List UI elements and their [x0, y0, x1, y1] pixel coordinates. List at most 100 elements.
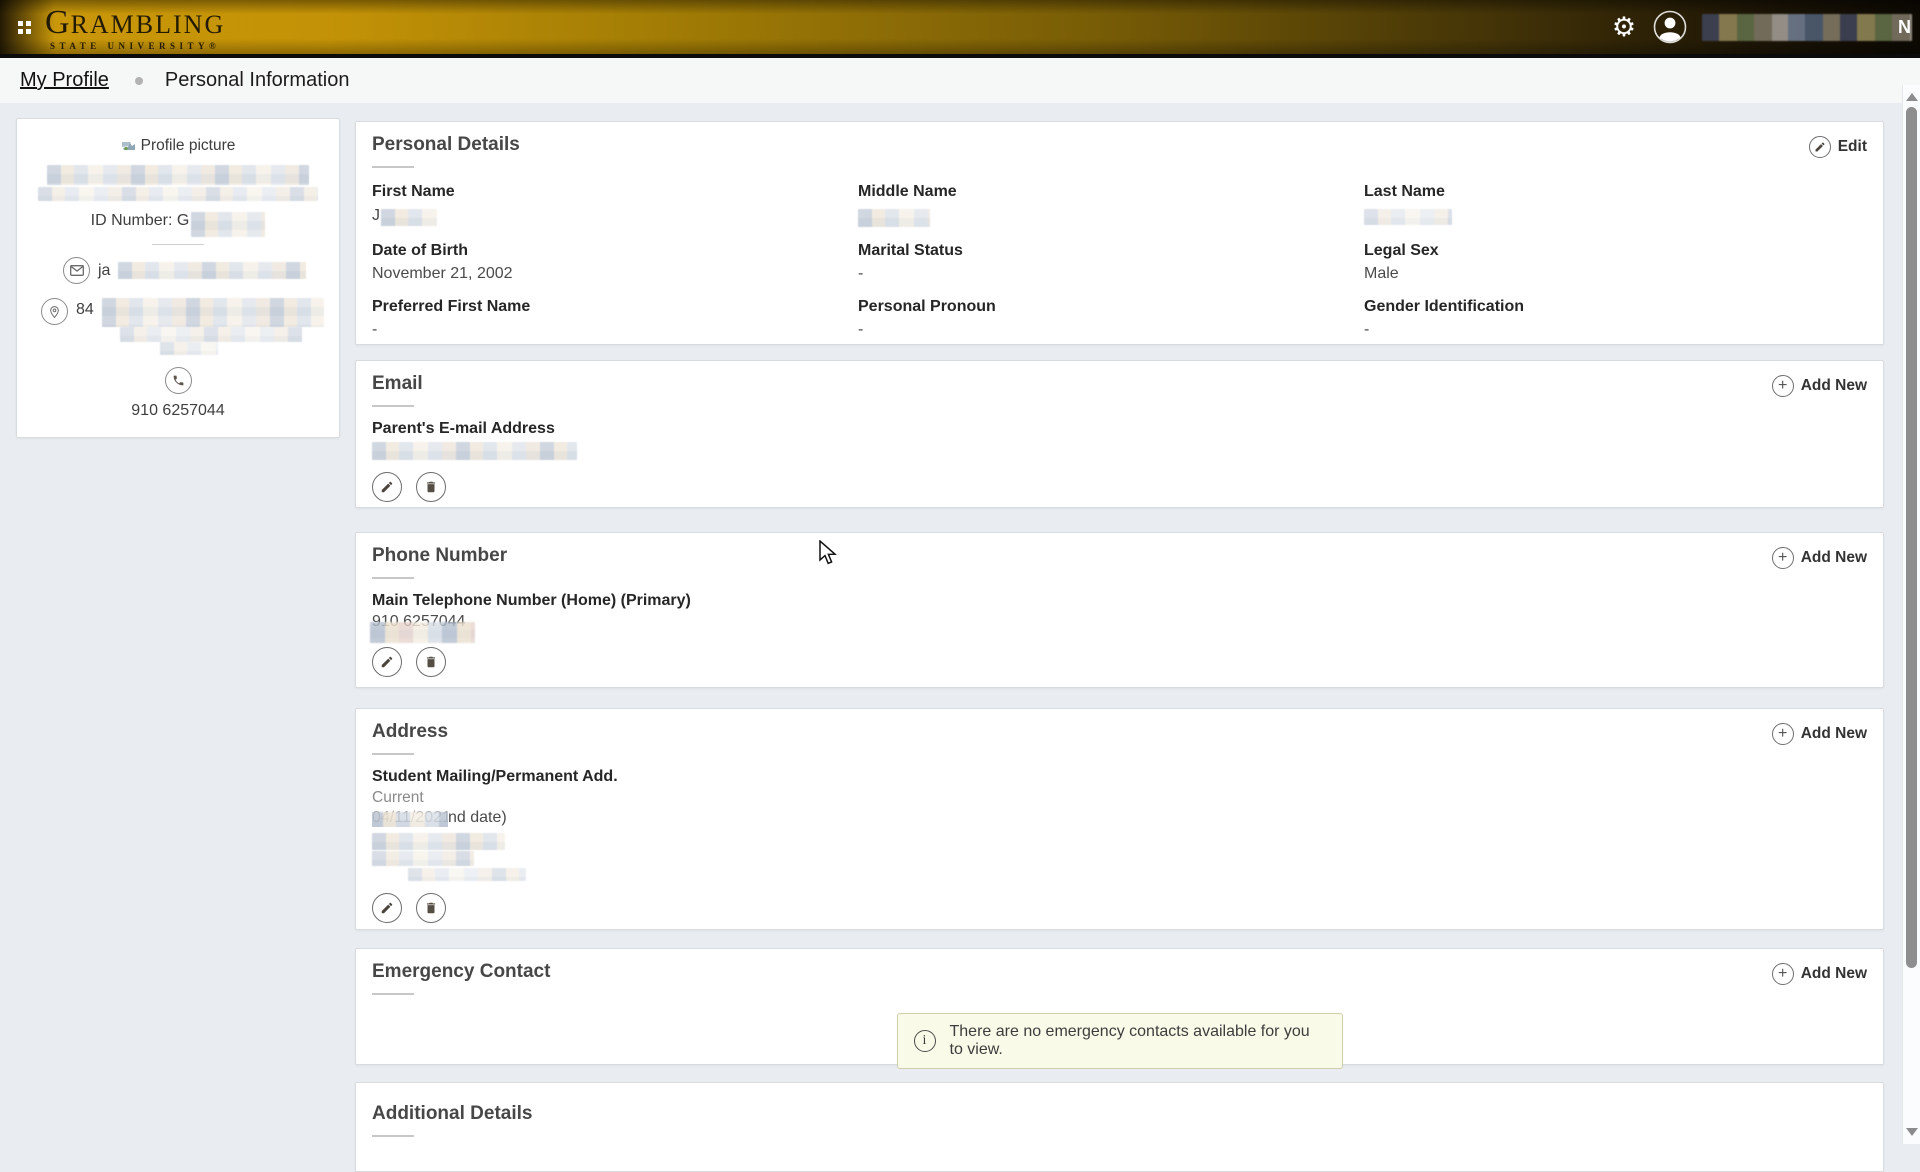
emergency-contact-card: Emergency Contact + Add New i There are … — [355, 948, 1884, 1065]
email-visible-prefix: ja — [98, 262, 110, 280]
field-preferred-first-name: Preferred First Name - — [372, 298, 858, 339]
title-rule — [372, 405, 414, 407]
add-new-label: Add New — [1801, 725, 1867, 743]
user-menu-button[interactable] — [1648, 5, 1692, 49]
personal-details-grid: First Name J Middle Name Last Name Date … — [372, 183, 1867, 339]
add-new-email-button[interactable]: + Add New — [1772, 375, 1867, 397]
title-rule — [372, 753, 414, 755]
plus-icon: + — [1772, 375, 1794, 397]
redacted-parent-email — [372, 442, 577, 460]
profile-name-redacted — [29, 165, 327, 203]
profile-email-row: ja — [63, 257, 327, 284]
add-new-phone-button[interactable]: + Add New — [1772, 547, 1867, 569]
vertical-scrollbar[interactable] — [1902, 85, 1920, 1144]
redacted-email — [118, 262, 306, 279]
edit-label: Edit — [1838, 138, 1867, 156]
title-rule — [372, 166, 414, 168]
breadcrumb-link-my-profile[interactable]: My Profile — [20, 69, 109, 92]
phone-head: Phone Number — [372, 545, 507, 579]
section-title: Additional Details — [372, 1103, 1867, 1125]
address-visible-prefix: 84 — [76, 301, 94, 319]
user-name-visible-letter: N — [1898, 17, 1912, 38]
user-name-redacted[interactable]: N — [1702, 14, 1912, 41]
redacted-name-line1 — [47, 165, 309, 185]
phone-icon — [165, 367, 192, 394]
field-middle-name: Middle Name — [858, 183, 1364, 227]
emergency-head: Emergency Contact — [372, 961, 550, 995]
grid-icon — [18, 21, 23, 26]
delete-address-button[interactable] — [416, 893, 446, 923]
empty-state-message-box: i There are no emergency contacts availa… — [897, 1013, 1343, 1069]
profile-photo-broken: Profile picture — [29, 137, 327, 155]
envelope-icon — [63, 257, 90, 284]
delete-email-button[interactable] — [416, 472, 446, 502]
address-status: Current — [372, 789, 1867, 807]
pencil-icon — [380, 901, 394, 915]
redacted-address-block — [102, 298, 324, 355]
scrollbar-thumb[interactable] — [1906, 107, 1917, 968]
empty-state-text: There are no emergency contacts availabl… — [950, 1023, 1326, 1059]
additional-details-card: Additional Details — [355, 1082, 1884, 1172]
edit-personal-details-button[interactable]: Edit — [1809, 136, 1867, 158]
phone-value-text: 910 6257044 — [372, 613, 465, 630]
profile-summary-card: Profile picture ID Number: G ja 84 910 6… — [16, 118, 340, 438]
profile-phone-number: 910 6257044 — [29, 402, 327, 420]
logo-wordmark: GRAMBLING — [45, 6, 225, 40]
redacted-address-line2 — [120, 327, 302, 342]
email-entry-label: Parent's E-mail Address — [372, 420, 1867, 438]
redacted-first-name — [381, 209, 437, 226]
title-rule — [372, 1135, 414, 1137]
add-new-label: Add New — [1801, 965, 1867, 983]
section-title: Address — [372, 721, 448, 743]
redacted-address-value — [372, 833, 1867, 881]
phone-entry-label: Main Telephone Number (Home) (Primary) — [372, 592, 1867, 610]
redacted-name-line2 — [38, 187, 318, 201]
field-first-name: First Name J — [372, 183, 858, 227]
profile-photo-alt-text: Profile picture — [141, 137, 236, 155]
profile-id-line: ID Number: G — [29, 212, 327, 230]
address-card: Address + Add New Student Mailing/Perman… — [355, 708, 1884, 930]
delete-phone-button[interactable] — [416, 647, 446, 677]
address-date-line: 04/11/2021 (No end date) — [372, 809, 1867, 827]
section-title: Email — [372, 373, 423, 395]
grid-icon — [18, 29, 23, 34]
id-number-label: ID Number: G — [91, 212, 190, 229]
trash-icon — [424, 480, 438, 494]
profile-address-row: 84 — [41, 298, 327, 355]
edit-phone-button[interactable] — [372, 647, 402, 677]
field-legal-sex: Legal Sex Male — [1364, 242, 1867, 283]
redacted-address-line3 — [160, 342, 218, 355]
edit-email-button[interactable] — [372, 472, 402, 502]
breadcrumb-separator — [135, 77, 143, 85]
address-head: Address — [372, 721, 448, 755]
redacted-id-number — [191, 212, 265, 237]
add-new-address-button[interactable]: + Add New — [1772, 723, 1867, 745]
email-head: Email — [372, 373, 423, 407]
settings-button[interactable]: ⚙ — [1604, 7, 1644, 47]
scrollbar-down-arrow-icon[interactable] — [1906, 1128, 1918, 1136]
email-card: Email + Add New Parent's E-mail Address — [355, 360, 1884, 508]
address-entry-label: Student Mailing/Permanent Add. — [372, 768, 1867, 786]
personal-details-head: Personal Details — [372, 134, 520, 168]
grid-icon — [26, 21, 31, 26]
pencil-icon — [1809, 136, 1831, 158]
breadcrumb-current-page: Personal Information — [165, 69, 350, 92]
app-launcher-button[interactable] — [18, 21, 31, 34]
phone-entry-value: 910 6257044 — [372, 613, 1867, 631]
email-entry-actions — [372, 472, 1867, 502]
redacted-address-row1 — [372, 833, 505, 850]
pencil-icon — [380, 480, 394, 494]
pencil-icon — [380, 655, 394, 669]
scrollbar-up-arrow-icon[interactable] — [1906, 93, 1918, 101]
add-new-emergency-contact-button[interactable]: + Add New — [1772, 963, 1867, 985]
add-new-label: Add New — [1801, 377, 1867, 395]
redacted-address-row2 — [372, 851, 474, 866]
user-icon — [1653, 10, 1687, 44]
edit-address-button[interactable] — [372, 893, 402, 923]
field-gender-identification: Gender Identification - — [1364, 298, 1867, 339]
section-title: Personal Details — [372, 134, 520, 156]
title-rule — [372, 577, 414, 579]
date-hidden-text: 04/11/2021 (No e — [372, 809, 448, 826]
phone-card: Phone Number + Add New Main Telephone Nu… — [355, 532, 1884, 688]
phone-entry-actions — [372, 647, 1867, 677]
